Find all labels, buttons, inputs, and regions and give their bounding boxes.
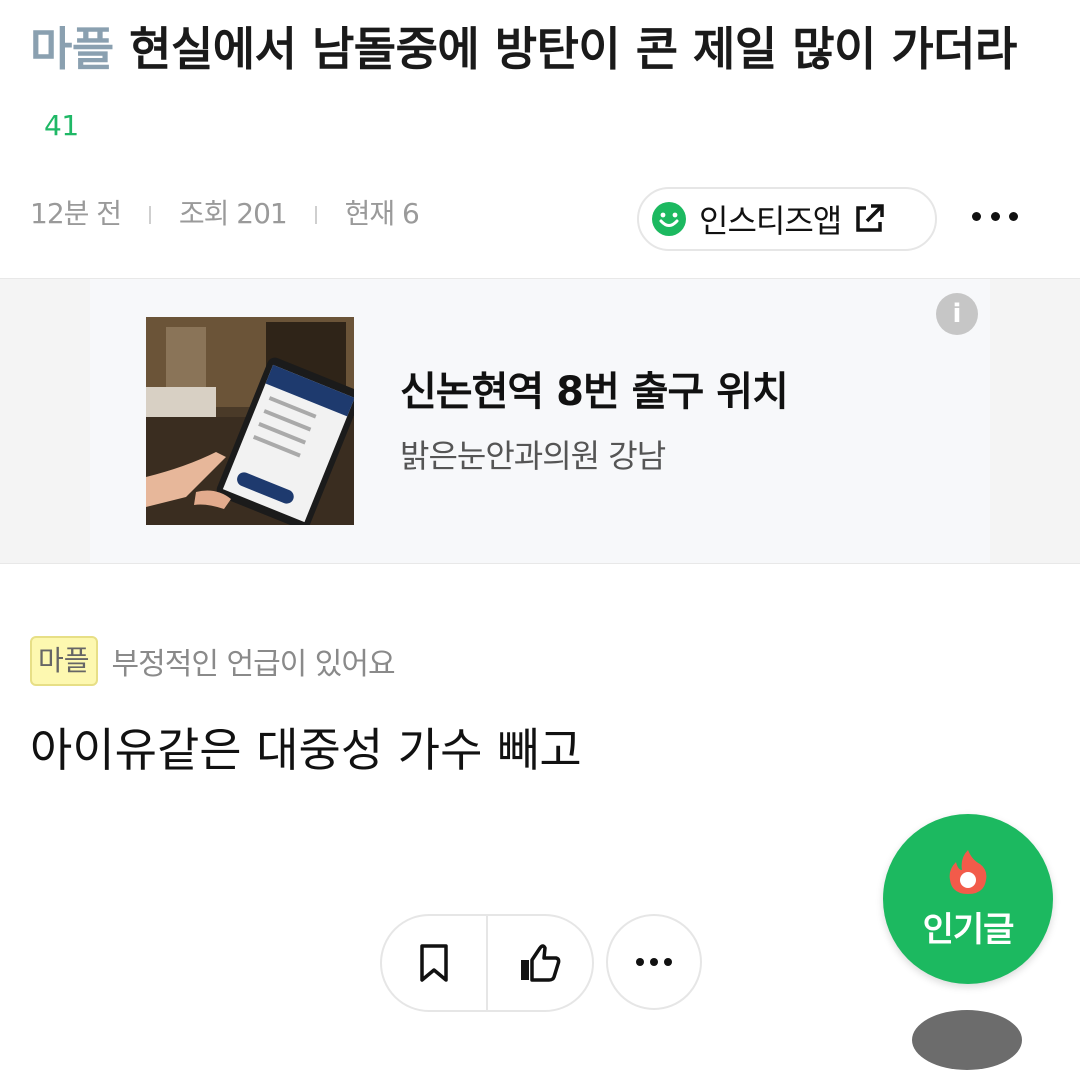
ad-subtitle: 밝은눈안과의원 강남	[400, 437, 666, 475]
dot	[972, 211, 981, 221]
comment-count[interactable]: 41	[44, 109, 79, 142]
ad-card[interactable]: 신논현역 8번 출구 위치 밝은눈안과의원 강남 i	[90, 279, 990, 563]
dot	[990, 211, 1000, 221]
flame-icon	[949, 849, 987, 894]
scroll-top-button[interactable]	[912, 1010, 1022, 1070]
post-title-text: 현실에서 남돌중에 방탄이 콘 제일 많이 가더라	[129, 22, 1017, 76]
post-category[interactable]: 마플	[30, 22, 114, 76]
post-views: 조회 201	[178, 197, 288, 230]
external-link-icon	[856, 204, 884, 232]
post-current: 현재 6	[344, 197, 420, 230]
post-body: 아이유같은 대중성 가수 빼고	[30, 723, 582, 777]
post-time: 12분 전	[30, 197, 122, 230]
dot	[636, 958, 644, 966]
post-title: 마플 현실에서 남돌중에 방탄이 콘 제일 많이 가더라 41	[30, 14, 1040, 161]
bookmark-icon	[420, 944, 448, 982]
dot	[650, 958, 658, 966]
dot	[664, 958, 672, 966]
notice-text: 부정적인 언급이 있어요	[111, 647, 396, 682]
info-icon[interactable]: i	[936, 293, 978, 335]
open-app-label: 인스티즈앱	[699, 202, 842, 240]
dot	[1009, 211, 1018, 221]
ad-image[interactable]	[146, 317, 354, 525]
hot-posts-label: 인기글	[922, 909, 1015, 950]
meta-divider	[314, 206, 317, 224]
ad-banner[interactable]: 신논현역 8번 출구 위치 밝은눈안과의원 강남 i	[0, 278, 1080, 564]
hot-posts-button[interactable]: 인기글	[883, 814, 1053, 984]
ad-image-illustration	[146, 317, 354, 525]
more-actions-button[interactable]	[606, 914, 702, 1010]
post-actions	[380, 914, 594, 1012]
post-meta: 12분 전 조회 201 현재 6	[30, 192, 420, 232]
meta-divider	[148, 206, 151, 224]
like-button[interactable]	[488, 916, 592, 1010]
bookmark-button[interactable]	[382, 916, 486, 1010]
smiley-icon	[652, 202, 686, 236]
ad-title[interactable]: 신논현역 8번 출구 위치	[400, 359, 789, 417]
thumbs-up-icon	[521, 944, 561, 982]
more-options-icon[interactable]	[972, 196, 1018, 236]
content-notice: 마플 부정적인 언급이 있어요	[30, 636, 396, 686]
open-app-button[interactable]: 인스티즈앱	[637, 187, 937, 251]
notice-badge: 마플	[30, 636, 98, 686]
